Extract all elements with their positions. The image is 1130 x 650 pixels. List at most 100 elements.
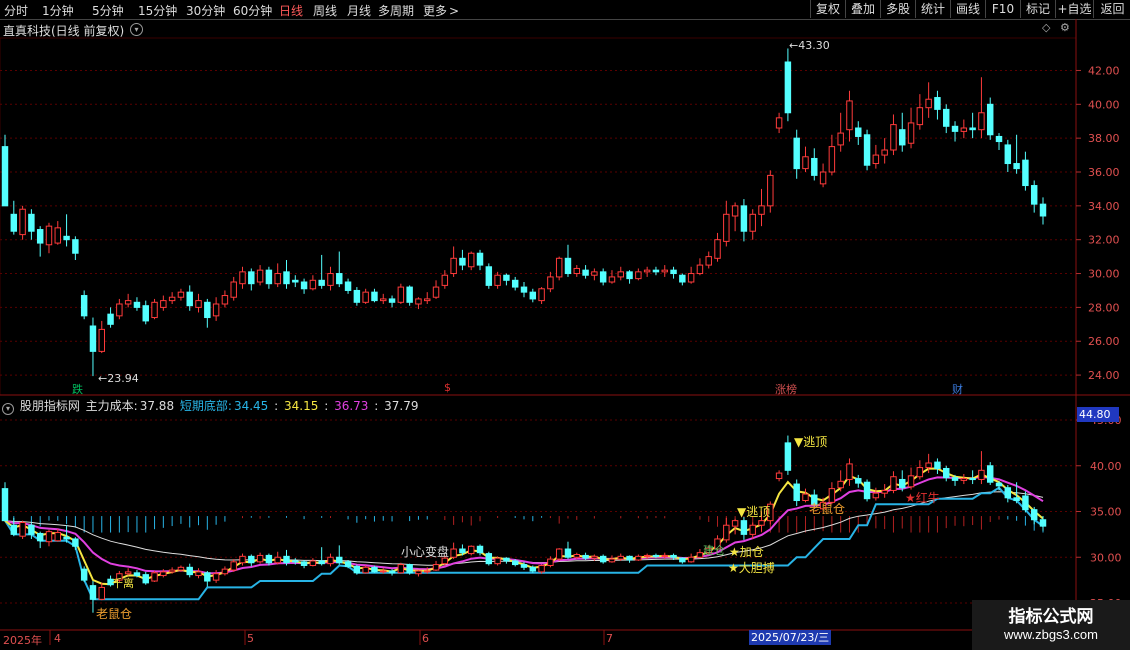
indicator-candle-body (1004, 487, 1012, 499)
candle-body (353, 289, 361, 303)
candle-body (19, 208, 26, 236)
candle-body (230, 281, 237, 298)
candle-body (1, 146, 9, 207)
price-axis-label: 24.00 (1088, 369, 1120, 382)
high-price-label: ←43.30 (789, 39, 830, 52)
candle-body (327, 273, 334, 286)
candle-body (54, 227, 62, 244)
indicator-candle-body (353, 565, 361, 574)
indicator-candle-body (511, 560, 519, 566)
indicator-candle-body (336, 556, 343, 564)
event-marker-finance[interactable]: 财 (952, 381, 963, 397)
candle-body (573, 267, 581, 275)
indicator-candle-body (248, 555, 255, 564)
signal-old-mouse-1: 老鼠仓 (96, 607, 133, 621)
indicator-candle-body (670, 554, 677, 558)
indicator-candle-body (204, 572, 211, 582)
indicator-candle-body (63, 536, 70, 540)
triangle-down-icon: ▼ (737, 505, 747, 519)
watermark-url: www.zbgs3.com (1004, 627, 1098, 642)
candle-body (520, 286, 528, 293)
candle-body (344, 281, 352, 291)
candle-body (793, 137, 800, 170)
indicator-candle-body (986, 465, 994, 483)
signal-ganqu: 千离 (112, 577, 134, 590)
indicator-candle-body (608, 558, 616, 563)
indicator-candle-body (573, 554, 581, 558)
signal-add-position-label: 加仓 (739, 545, 764, 559)
indicator-candle-body (45, 531, 53, 543)
candle-body (432, 286, 440, 298)
indicator-candle-body (450, 548, 457, 558)
candle-body (687, 273, 695, 283)
candle-body (503, 274, 510, 281)
candle-body (362, 291, 369, 303)
signal-build-position: 建仓 (703, 544, 725, 557)
candle-body (960, 127, 968, 132)
indicator-candle-body (19, 521, 26, 537)
candle-body (10, 213, 18, 232)
indicator-candle-body (943, 467, 950, 479)
indicator-candle-body (863, 481, 871, 500)
indicator-candle-body (256, 554, 264, 563)
indicator-candle-body (696, 552, 704, 558)
candle-body (318, 279, 325, 286)
candle-body (740, 205, 748, 232)
signal-caution: 小心变盘 (401, 545, 450, 559)
price-axis-label: 36.00 (1088, 166, 1120, 179)
candle-body (837, 132, 844, 146)
candle-body (124, 300, 132, 305)
event-marker-rise-list[interactable]: 涨榜 (775, 381, 797, 397)
price-axis-label: 42.00 (1088, 64, 1120, 77)
indicator-candle-body (72, 538, 79, 547)
candle-body (916, 107, 924, 126)
event-marker-dollar[interactable]: $ (444, 381, 451, 394)
candle-body (767, 174, 774, 207)
candle-body (1004, 144, 1012, 165)
yellow-line-value: 34.15 (284, 399, 319, 413)
indicator-title-row: ▾ 股朋指标网 主力成本: 37.88 短期底部: 34.45 : 34.15 : … (2, 397, 421, 415)
kline-chart[interactable]: 42.00 40.00 38.00 36.00 34.00 32.00 30.00 28.00… (0, 0, 1130, 650)
price-axis-label: 38.00 (1088, 132, 1120, 145)
indicator-candle-body (520, 564, 528, 568)
watermark-logo: 指标公式网 www.zbgs3.com (972, 600, 1130, 650)
indicator-candle-body (1039, 519, 1047, 527)
candle-body (547, 276, 554, 290)
indicator-candle-body (467, 545, 475, 555)
candle-body (72, 239, 79, 254)
candle-body (626, 271, 633, 280)
indicator-candle-body (371, 566, 378, 573)
candle-body (151, 301, 158, 319)
indicator-candle-body (10, 524, 18, 535)
event-marker-fall[interactable]: 跌 (72, 381, 83, 397)
candle-body (564, 257, 572, 275)
indicator-candle-body (36, 532, 44, 542)
star-icon: ★ (729, 545, 740, 559)
indicator-candle-body (617, 555, 624, 560)
candle-body (643, 269, 651, 273)
candle-body (1022, 159, 1029, 187)
candle-body (1039, 203, 1047, 217)
candle-body (380, 298, 387, 302)
indicator-candle-body (960, 478, 968, 481)
x-axis-month-5: 5 (247, 632, 254, 645)
candle-body (899, 129, 906, 146)
candle-body (248, 271, 255, 285)
indicator-candle-body (872, 492, 880, 499)
candle-body (204, 301, 211, 319)
candle-body (784, 61, 792, 114)
candle-body (133, 301, 141, 308)
signal-escape-top: ▼逃顶 (794, 433, 827, 450)
candle-body (388, 298, 396, 303)
star-icon: ★ (728, 561, 739, 575)
indicator-candle-body (186, 566, 193, 576)
indicator-candle-body (723, 524, 730, 541)
candle-body (485, 266, 493, 286)
candle-body (529, 291, 537, 300)
indicator-candle-body (432, 564, 440, 571)
indicator-candle-body (133, 572, 141, 577)
short-bottom-line (4, 486, 1044, 601)
chevron-down-icon[interactable]: ▾ (2, 403, 14, 415)
candle-body (168, 296, 176, 302)
indicator-candle-body (837, 480, 844, 489)
